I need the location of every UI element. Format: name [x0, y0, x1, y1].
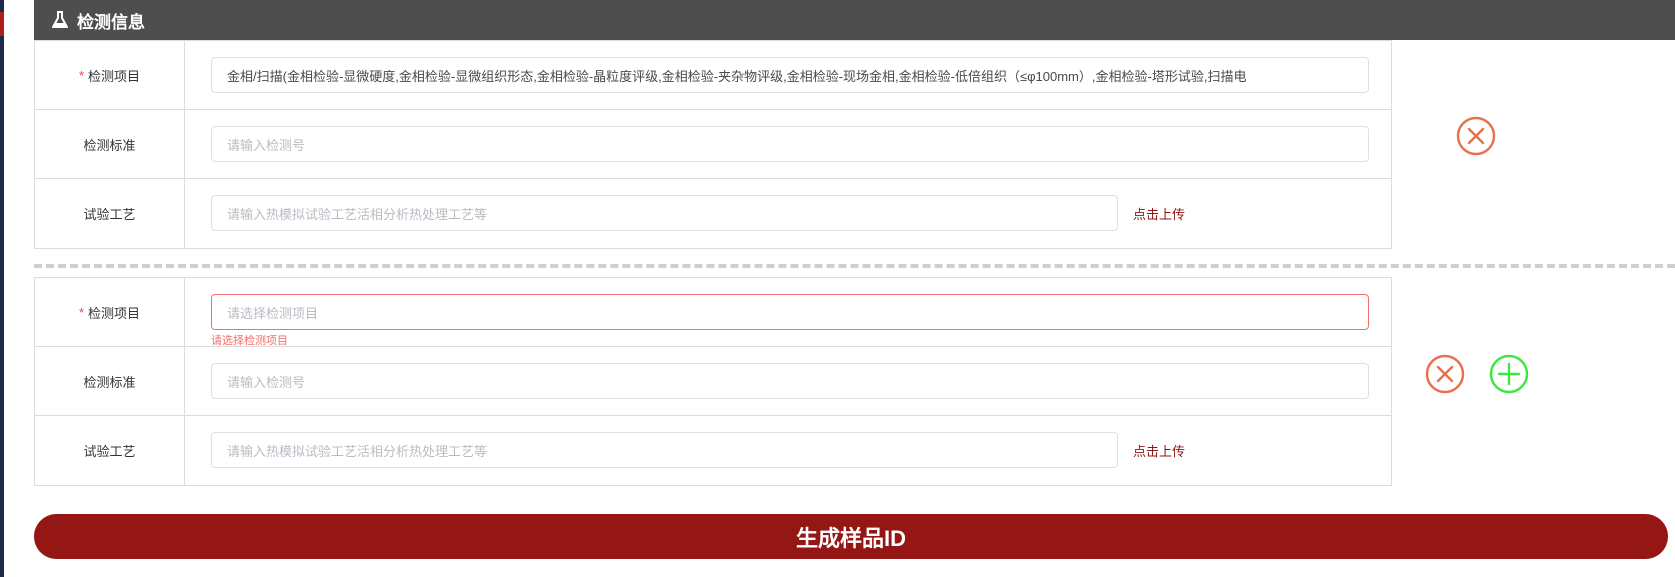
test-standard-input[interactable]: 请输入检测号 [211, 363, 1369, 399]
remove-group-2-button[interactable] [1424, 353, 1466, 395]
test-item-select[interactable]: 金相/扫描(金相检验-显微硬度,金相检验-显微组织形态,金相检验-晶粒度评级,金… [211, 57, 1369, 93]
required-asterisk: * [78, 67, 85, 83]
test-item-label: * 检测项目 [35, 41, 185, 109]
test-process-label: 试验工艺 [35, 179, 185, 248]
left-edge-accent [0, 12, 4, 36]
test-item-label: * 检测项目 [35, 278, 185, 346]
test-standard-input[interactable]: 请输入检测号 [211, 126, 1369, 162]
test-process-input[interactable]: 请输入热模拟试验工艺活相分析热处理工艺等 [211, 432, 1118, 468]
group-divider [34, 264, 1675, 268]
test-process-label: 试验工艺 [35, 416, 185, 485]
test-item-select[interactable]: 请选择检测项目 [211, 294, 1369, 330]
form-row-test-process: 试验工艺 请输入热模拟试验工艺活相分析热处理工艺等 点击上传 [35, 416, 1391, 485]
left-edge-strip [0, 0, 4, 577]
form-row-test-item: * 检测项目 请选择检测项目 请选择检测项目 [35, 278, 1391, 347]
plus-circle-icon [1489, 354, 1529, 394]
generate-sample-id-button[interactable]: 生成样品ID [34, 514, 1668, 559]
form-row-test-process: 试验工艺 请输入热模拟试验工艺活相分析热处理工艺等 点击上传 [35, 179, 1391, 248]
upload-link[interactable]: 点击上传 [1133, 179, 1185, 248]
required-asterisk: * [78, 304, 85, 320]
test-item-group-1: * 检测项目 金相/扫描(金相检验-显微硬度,金相检验-显微组织形态,金相检验-… [34, 40, 1392, 249]
test-process-input[interactable]: 请输入热模拟试验工艺活相分析热处理工艺等 [211, 195, 1118, 231]
section-title: 检测信息 [77, 12, 145, 32]
validation-error: 请选择检测项目 [211, 335, 288, 347]
form-row-test-item: * 检测项目 金相/扫描(金相检验-显微硬度,金相检验-显微组织形态,金相检验-… [35, 41, 1391, 110]
upload-link[interactable]: 点击上传 [1133, 416, 1185, 485]
add-group-button[interactable] [1488, 353, 1530, 395]
test-item-group-2: * 检测项目 请选择检测项目 请选择检测项目 检测标准 请输入检测号 试验工艺 … [34, 277, 1392, 486]
flask-icon [51, 11, 69, 29]
test-standard-label: 检测标准 [35, 110, 185, 178]
form-row-test-standard: 检测标准 请输入检测号 [35, 110, 1391, 179]
close-circle-icon [1456, 116, 1496, 156]
form-row-test-standard: 检测标准 请输入检测号 [35, 347, 1391, 416]
test-standard-label: 检测标准 [35, 347, 185, 415]
remove-group-1-button[interactable] [1455, 115, 1497, 157]
close-circle-icon [1425, 354, 1465, 394]
section-header: 检测信息 [34, 0, 1675, 40]
